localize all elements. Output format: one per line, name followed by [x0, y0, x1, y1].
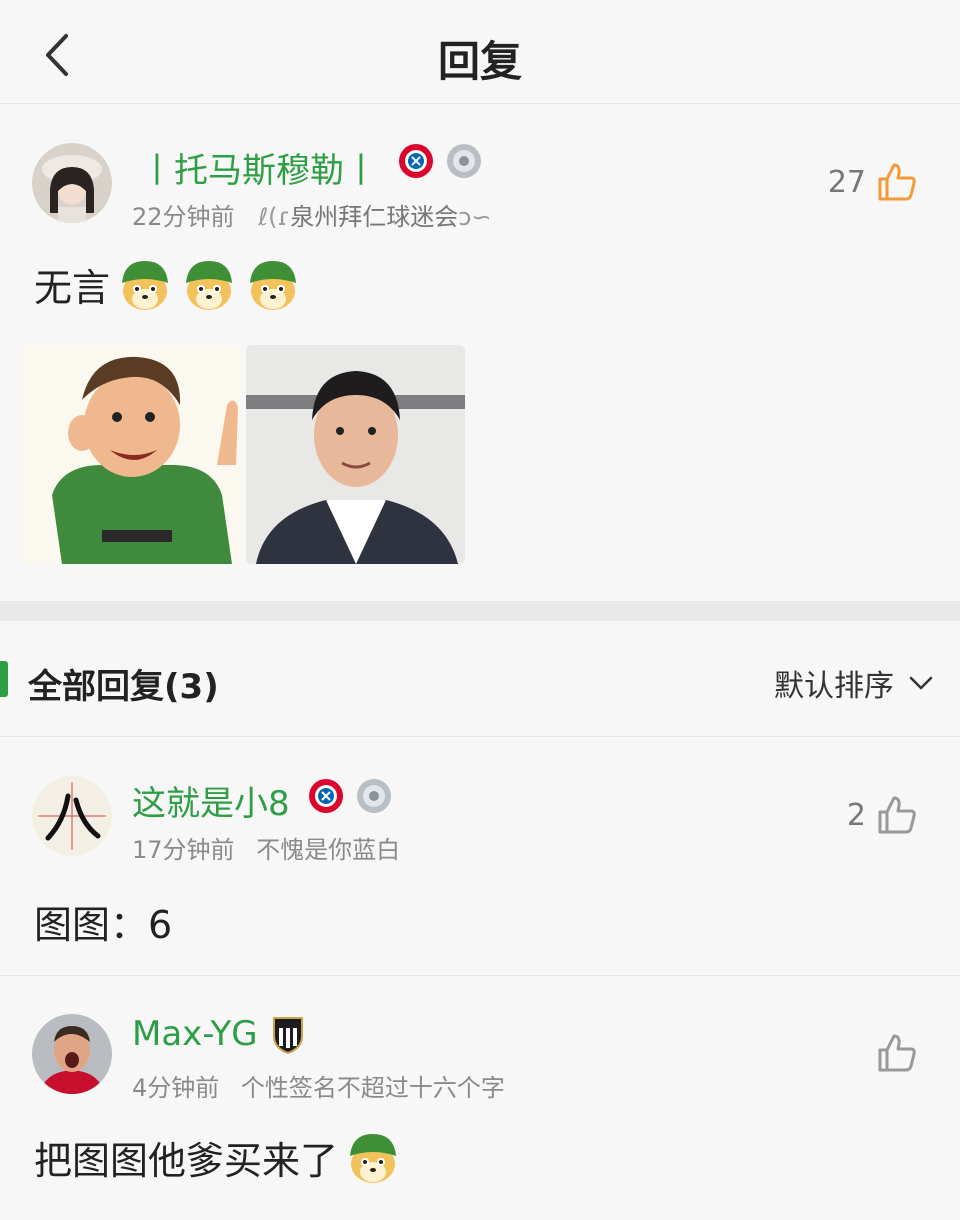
reply-item: Max-YG 4分钟前 个性签名不超过十六个字 把图图他爹买来了: [0, 976, 960, 1220]
reply-username[interactable]: Max-YG: [132, 1014, 258, 1054]
right-flourish-icon: ↄ∽: [458, 203, 492, 231]
replies-title: 全部回复(3): [28, 667, 219, 707]
accent-bar: [0, 661, 8, 697]
cartoon-image[interactable]: [22, 345, 241, 564]
left-flourish-icon: ℓ(ɾ: [258, 203, 291, 231]
reply-like-count: 2: [846, 797, 866, 833]
post-time: 22分钟前: [132, 203, 235, 231]
fc-bayern-badge-icon: [399, 144, 433, 178]
post-like-button[interactable]: 27: [828, 161, 918, 203]
doge-helmet-emoji-icon: [350, 1134, 397, 1183]
fc-bayern-badge-icon: [309, 779, 343, 813]
page-title: 回复: [437, 37, 522, 86]
reply-signature: 个性签名不超过十六个字: [240, 1074, 505, 1102]
section-divider: [0, 601, 960, 621]
silver-plate-badge-icon: [447, 144, 481, 178]
photo-image[interactable]: [246, 345, 465, 564]
reply-content: 把图图他爹买来了: [34, 1128, 402, 1186]
post-username[interactable]: 丨托马斯穆勒丨: [140, 143, 378, 192]
chevron-down-icon: [909, 676, 933, 690]
avatar[interactable]: [32, 776, 112, 856]
reply-content: 图图：6: [34, 903, 173, 947]
reply-like-button[interactable]: [866, 1032, 918, 1074]
reply-item: 这就是小8 17分钟前 不愧是你蓝白 2 图图：6: [0, 738, 960, 975]
reply-like-button[interactable]: 2: [847, 794, 918, 836]
reply-signature: 不愧是你蓝白: [256, 836, 401, 864]
reply-content-text: 把图图他爹买来了: [34, 1138, 339, 1183]
doge-helmet-emoji-icon: [122, 261, 169, 310]
sort-dropdown[interactable]: 默认排序: [774, 661, 934, 705]
sort-label: 默认排序: [774, 669, 894, 704]
post-content: 无言: [34, 255, 302, 313]
doge-helmet-emoji-icon: [250, 261, 297, 310]
top-bar: 回复: [0, 0, 960, 104]
avatar[interactable]: [32, 1014, 112, 1094]
thumbs-up-icon: [878, 163, 916, 201]
thumbs-up-icon: [878, 1034, 916, 1072]
reply-time: 17分钟前: [132, 836, 235, 864]
post-club: 泉州拜仁球迷会: [290, 203, 459, 231]
reply-time: 4分钟前: [132, 1074, 220, 1102]
replies-header: 全部回复(3) 默认排序: [0, 621, 960, 737]
post-like-count: 27: [827, 164, 866, 200]
post-content-text: 无言: [34, 265, 111, 310]
club-crest-badge-icon: [273, 1017, 303, 1054]
doge-helmet-emoji-icon: [186, 261, 233, 310]
silver-plate-badge-icon: [357, 779, 391, 813]
avatar[interactable]: [32, 143, 112, 223]
thumbs-up-icon: [878, 796, 916, 834]
reply-username[interactable]: 这就是小8: [132, 776, 290, 825]
